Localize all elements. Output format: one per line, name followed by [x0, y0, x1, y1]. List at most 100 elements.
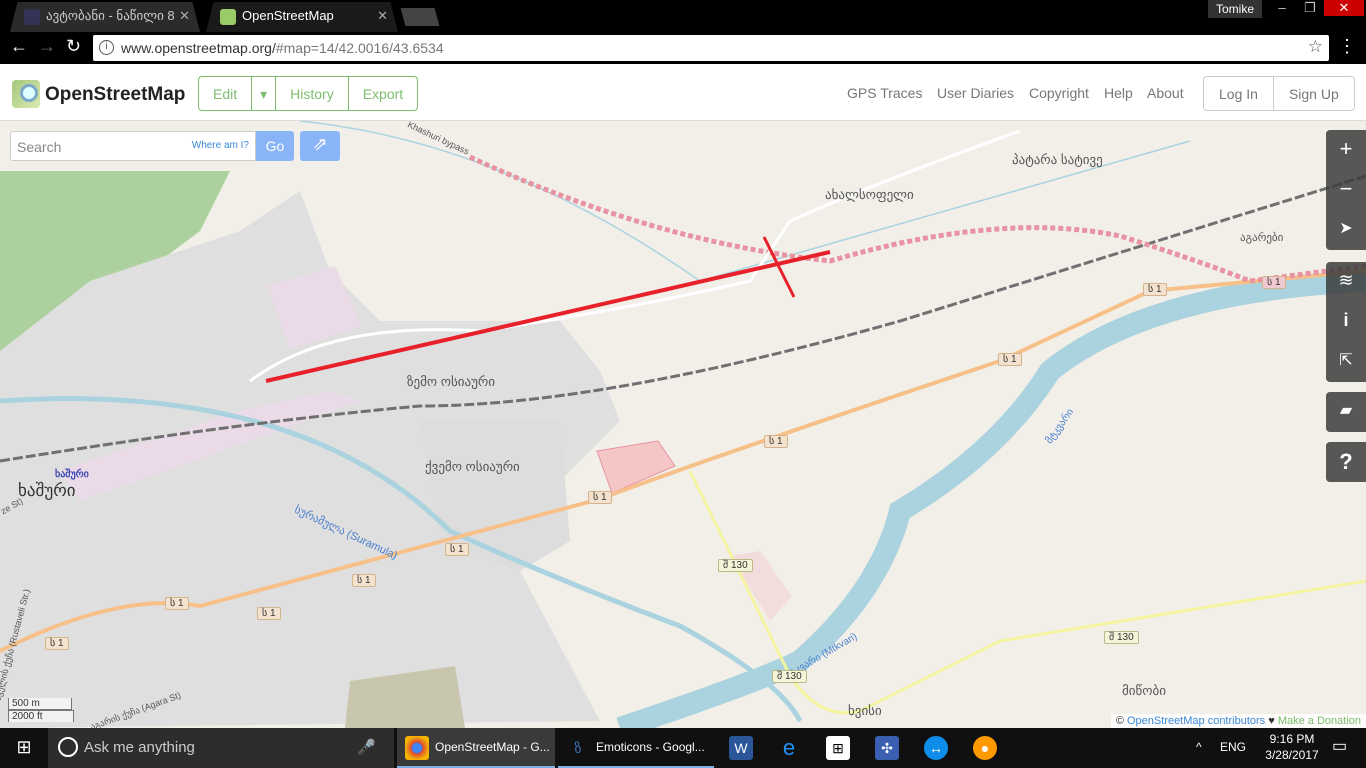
word-icon[interactable]: W [729, 736, 753, 760]
chrome-icon [405, 736, 429, 760]
teamviewer-icon[interactable]: ↔ [924, 736, 948, 760]
share-icon[interactable]: ⇱ [1326, 342, 1366, 382]
scale-bar: 500 m 2000 ft [8, 698, 74, 722]
windows-start-icon[interactable]: ⊞ [0, 728, 48, 768]
link-gps-traces[interactable]: GPS Traces [847, 85, 922, 101]
action-center-icon[interactable]: ▭ [1332, 736, 1347, 756]
login-button[interactable]: Log In [1204, 77, 1274, 110]
microphone-icon[interactable]: 🎤 [357, 738, 376, 756]
taskbar-chrome-osm[interactable]: OpenStreetMap - G... [397, 728, 555, 768]
edit-button[interactable]: Edit [199, 77, 253, 110]
link-about[interactable]: About [1147, 85, 1184, 101]
cortana-icon [58, 737, 78, 757]
label-zemo-osiauri: ზემო ოსიაური [407, 374, 495, 389]
road-shield-s1: ს 1 [1262, 276, 1286, 289]
map-layer [0, 121, 1366, 728]
language-indicator[interactable]: ENG [1220, 740, 1246, 754]
road-shield-s1: ს 1 [1143, 283, 1167, 296]
osm-logo-icon[interactable] [12, 80, 40, 108]
site-title[interactable]: OpenStreetMap [45, 84, 185, 106]
reload-icon[interactable]: ↻ [66, 36, 81, 57]
add-note-icon[interactable]: ▰ [1326, 392, 1366, 432]
back-icon[interactable]: ← [10, 36, 28, 57]
clock-time[interactable]: 9:16 PM [1262, 732, 1322, 746]
contributors-link[interactable]: OpenStreetMap contributors [1127, 715, 1265, 727]
layers-icon[interactable]: ≋ [1326, 262, 1366, 302]
export-button[interactable]: Export [349, 77, 417, 110]
go-button[interactable]: Go [256, 131, 294, 161]
edit-button-group: Edit ▾ History Export [198, 76, 419, 111]
restore-icon[interactable]: ❐ [1296, 0, 1324, 16]
address-bar[interactable]: i www.openstreetmap.org/#map=14/42.0016/… [93, 35, 1329, 61]
attribution: © OpenStreetMap contributors ♥ Make a Do… [1110, 714, 1366, 728]
search-input[interactable]: Search Where am I? [10, 131, 256, 161]
tab-openstreetmap[interactable]: OpenStreetMap ✕ [206, 2, 398, 32]
taskbar: ⊞ Ask me anything 🎤 OpenStreetMap - G... … [0, 728, 1366, 768]
blogger-favicon-icon [24, 9, 40, 25]
store-icon[interactable]: ⊞ [826, 736, 850, 760]
blogger-icon: ზ [574, 740, 582, 756]
navigation-bar: ← → ↻ i www.openstreetmap.org/#map=14/42… [0, 32, 1366, 64]
label-patara-sative: პატარა სატივე [1012, 152, 1103, 167]
road-shield-sh130: შ 130 [772, 670, 807, 683]
link-user-diaries[interactable]: User Diaries [937, 85, 1014, 101]
signup-button[interactable]: Sign Up [1274, 77, 1354, 110]
profile-button[interactable]: Tomike [1208, 0, 1262, 18]
close-window-icon[interactable]: ✕ [1324, 0, 1364, 16]
close-tab-icon[interactable]: ✕ [377, 8, 388, 24]
tab-bar: ავტობანი - ნაწილი 8 ✕ OpenStreetMap ✕ Tomi… [0, 0, 1366, 32]
tab-autobahn[interactable]: ავტობანი - ნაწილი 8 ✕ [10, 2, 200, 32]
road-shield-s1: ს 1 [45, 637, 69, 650]
zoom-out-button[interactable]: − [1326, 170, 1366, 210]
map-key-info-icon[interactable]: i [1326, 302, 1366, 342]
edge-icon[interactable]: e [777, 736, 801, 760]
taskbar-chrome-emoticons[interactable]: ზ Emoticons - Googl... [558, 728, 714, 768]
heart-icon: ♥ [1268, 715, 1275, 727]
taskbar-app-label: Emoticons - Googl... [596, 740, 705, 754]
history-button[interactable]: History [276, 77, 349, 110]
link-copyright[interactable]: Copyright [1029, 85, 1089, 101]
minimize-icon[interactable]: ‒ [1268, 0, 1296, 15]
road-shield-s1: ს 1 [588, 491, 612, 504]
donate-link[interactable]: Make a Donation [1278, 715, 1361, 727]
copyright-symbol: © [1115, 715, 1124, 727]
river-stream [299, 121, 1191, 282]
app-icon[interactable]: ✣ [875, 736, 899, 760]
map-panel-controls: ≋ i ⇱ [1326, 262, 1366, 382]
zoom-in-button[interactable]: + [1326, 130, 1366, 170]
url-path: #map=14/42.0016/43.6534 [275, 40, 444, 56]
menu-icon[interactable]: ⋮ [1338, 36, 1356, 57]
label-kvemo-osiauri: ქვემო ოსიაური [425, 459, 520, 474]
bookmark-star-icon[interactable]: ☆ [1308, 37, 1323, 57]
road-shield-sh130: შ 130 [718, 559, 753, 572]
app-orange-icon[interactable]: ● [973, 736, 997, 760]
new-tab-button[interactable] [400, 8, 440, 26]
road-shield-s1: ს 1 [352, 574, 376, 587]
scale-imperial: 2000 ft [8, 710, 74, 722]
tray-chevron-icon[interactable]: ^ [1196, 740, 1202, 754]
locate-icon[interactable]: ➤ [1326, 210, 1366, 250]
label-khashuri-station: ხაშური [55, 469, 89, 480]
road-shield-s1: ს 1 [445, 543, 469, 556]
close-tab-icon[interactable]: ✕ [179, 8, 190, 24]
map-canvas[interactable]: ზემო ოსიაური ქვემო ოსიაური ხაშური ხაშური… [0, 121, 1366, 728]
url-host: www.openstreetmap.org/ [121, 40, 276, 56]
tab-label: ავტობანი - ნაწილი 8 [46, 8, 175, 23]
forward-icon[interactable]: → [38, 36, 56, 57]
road-shield-s1: ს 1 [165, 597, 189, 610]
label-agarebi: აგარები [1240, 232, 1284, 244]
map-nav-controls: + − ➤ [1326, 130, 1366, 250]
edit-dropdown-icon[interactable]: ▾ [252, 77, 277, 110]
cortana-placeholder: Ask me anything [84, 739, 195, 756]
info-icon[interactable]: i [99, 40, 114, 55]
link-help[interactable]: Help [1104, 85, 1133, 101]
site-header: OpenStreetMap Edit ▾ History Export GPS … [0, 64, 1366, 121]
help-button[interactable]: ? [1326, 442, 1366, 482]
road-shield-sh130: შ 130 [1104, 631, 1139, 644]
where-am-i-link[interactable]: Where am I? [192, 140, 249, 151]
search-placeholder: Search [17, 139, 62, 155]
road-shield-s1: ს 1 [998, 353, 1022, 366]
directions-icon[interactable]: ⇗ [300, 131, 340, 161]
clock-date[interactable]: 3/28/2017 [1262, 748, 1322, 762]
cortana-search[interactable]: Ask me anything 🎤 [48, 728, 394, 768]
